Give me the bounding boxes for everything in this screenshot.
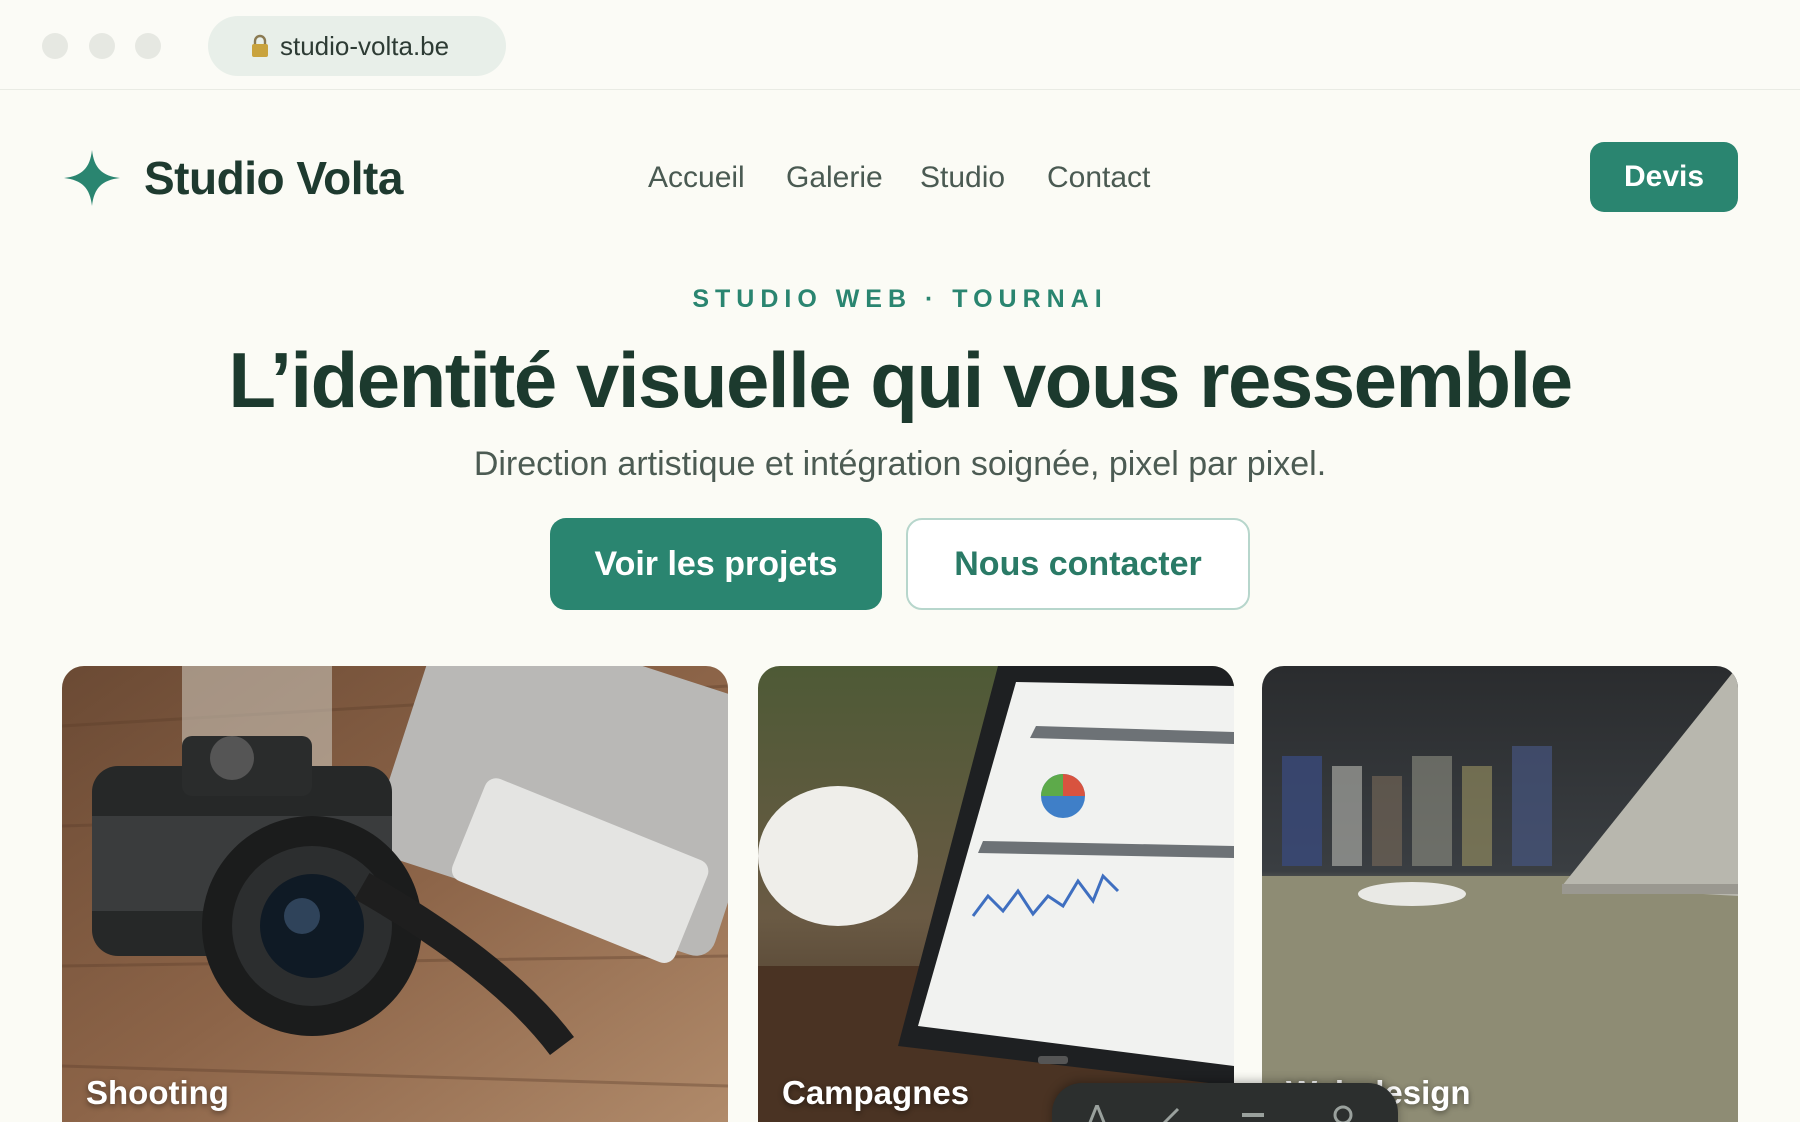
project-card-campagnes[interactable]: Campagnes xyxy=(758,666,1234,1122)
pen-icon[interactable] xyxy=(1160,1105,1182,1122)
hero-title: L’identité visuelle qui vous ressemble xyxy=(228,336,1573,424)
nav-item-contact[interactable]: Contact xyxy=(1047,158,1150,198)
text-icon[interactable] xyxy=(1086,1100,1108,1122)
contact-us-button[interactable]: Nous contacter xyxy=(906,518,1250,610)
main-nav: Accueil Galerie Studio Contact xyxy=(0,158,1800,198)
project-card-shooting[interactable]: Shooting xyxy=(62,666,728,1122)
minus-icon[interactable] xyxy=(1242,1105,1264,1122)
hero-subtitle: Direction artistique et intégration soig… xyxy=(473,445,1327,483)
settings-icon[interactable] xyxy=(1332,1105,1354,1122)
window-maximize-button[interactable] xyxy=(135,33,161,59)
lock-icon xyxy=(252,34,268,57)
address-bar[interactable]: studio-volta.be xyxy=(208,16,506,76)
hero-eyebrow: STUDIO WEB · TOURNAI xyxy=(692,285,1108,313)
nav-item-accueil[interactable]: Accueil xyxy=(648,158,745,198)
address-url: studio-volta.be xyxy=(280,30,450,61)
floating-toolbar[interactable] xyxy=(1052,1083,1398,1122)
view-projects-button[interactable]: Voir les projets xyxy=(550,518,882,610)
nav-item-studio[interactable]: Studio xyxy=(920,158,1005,198)
project-card-web-design[interactable]: Web design xyxy=(1262,666,1738,1122)
laptop-desk-photo xyxy=(1262,666,1738,1122)
card-label-campagnes: Campagnes xyxy=(782,1074,970,1111)
browser-chrome: studio-volta.be xyxy=(0,0,1800,90)
window-close-button[interactable] xyxy=(42,33,68,59)
tablet-analytics-photo xyxy=(758,666,1234,1122)
window-minimize-button[interactable] xyxy=(89,33,115,59)
quote-button[interactable]: Devis xyxy=(1590,142,1738,212)
card-label-shooting: Shooting xyxy=(86,1074,229,1111)
nav-item-galerie[interactable]: Galerie xyxy=(786,158,883,198)
camera-photo xyxy=(62,666,728,1122)
